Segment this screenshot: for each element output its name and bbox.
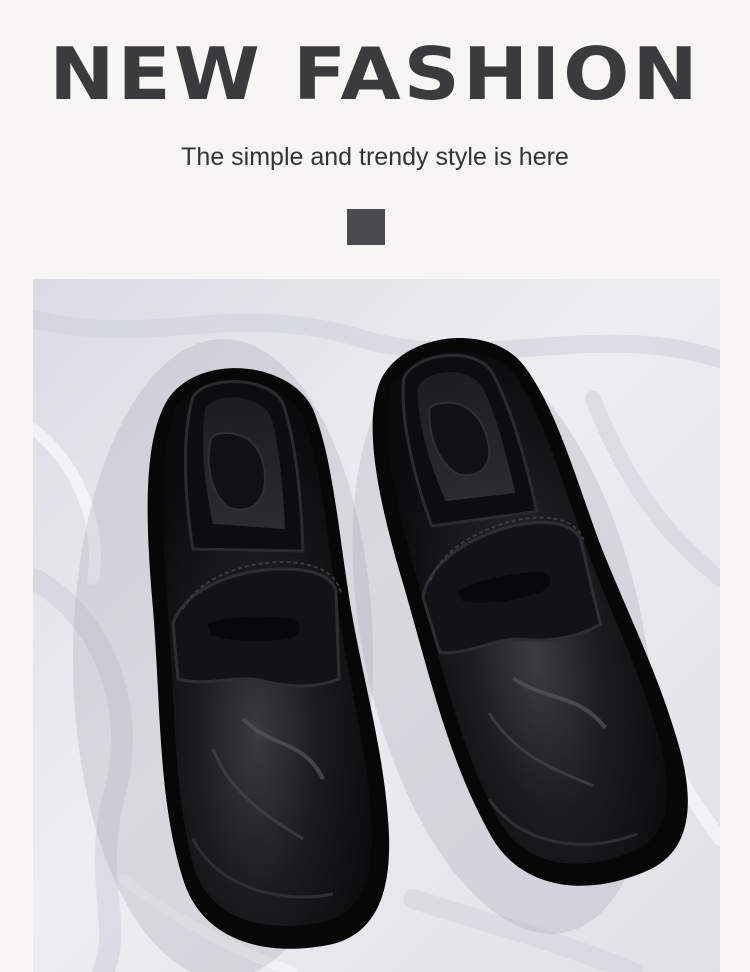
subline: The simple and trendy style is here — [181, 143, 569, 171]
product-photo — [33, 279, 720, 972]
headline: NEW FASHION — [49, 33, 701, 117]
accent-square — [347, 209, 385, 245]
